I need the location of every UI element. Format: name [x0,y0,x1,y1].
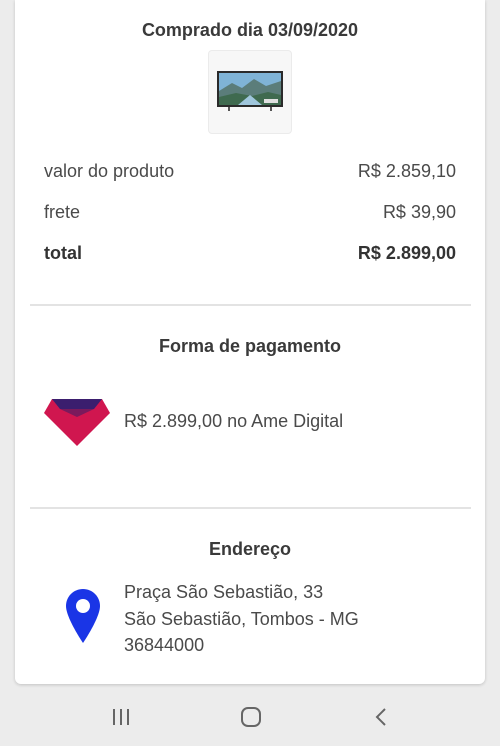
shipping-row: frete R$ 39,90 [44,202,456,223]
ame-digital-logo [44,399,110,446]
back-icon [375,708,386,726]
total-amount: R$ 2.899,00 [357,243,456,263]
divider [30,304,471,306]
purchase-date-title: Comprado dia 03/09/2020 [141,20,359,40]
recent-apps-icon [113,709,129,725]
address-line-street: Praça São Sebastião, 33 [124,582,324,602]
divider [30,507,471,509]
address-text: Praça São Sebastião, 33 São Sebastião, T… [124,579,359,659]
product-value-amount: R$ 2.859,10 [357,161,456,181]
home-button[interactable] [236,702,266,732]
payment-section-title: Forma de pagamento [158,336,342,356]
product-thumbnail[interactable] [208,50,292,134]
location-pin-icon [66,589,100,643]
address-section-title: Endereço [208,539,292,559]
payment-method-text: R$ 2.899,00 no Ame Digital [124,411,344,431]
recent-apps-button[interactable] [106,702,136,732]
total-label: total [44,243,82,263]
android-navigation-bar [0,686,500,746]
back-button[interactable] [366,702,396,732]
address-line-zip: 36844000 [124,635,205,655]
order-details-card: Comprado dia 03/09/2020 valor do produto… [15,0,485,684]
shipping-amount: R$ 39,90 [382,202,456,222]
product-value-label: valor do produto [44,161,175,181]
product-value-row: valor do produto R$ 2.859,10 [44,161,456,182]
shipping-label: frete [44,202,81,222]
address-line-city: São Sebastião, Tombos - MG [124,608,359,629]
tv-product-image [217,71,283,111]
total-row: total R$ 2.899,00 [44,243,456,264]
home-icon [241,707,261,727]
